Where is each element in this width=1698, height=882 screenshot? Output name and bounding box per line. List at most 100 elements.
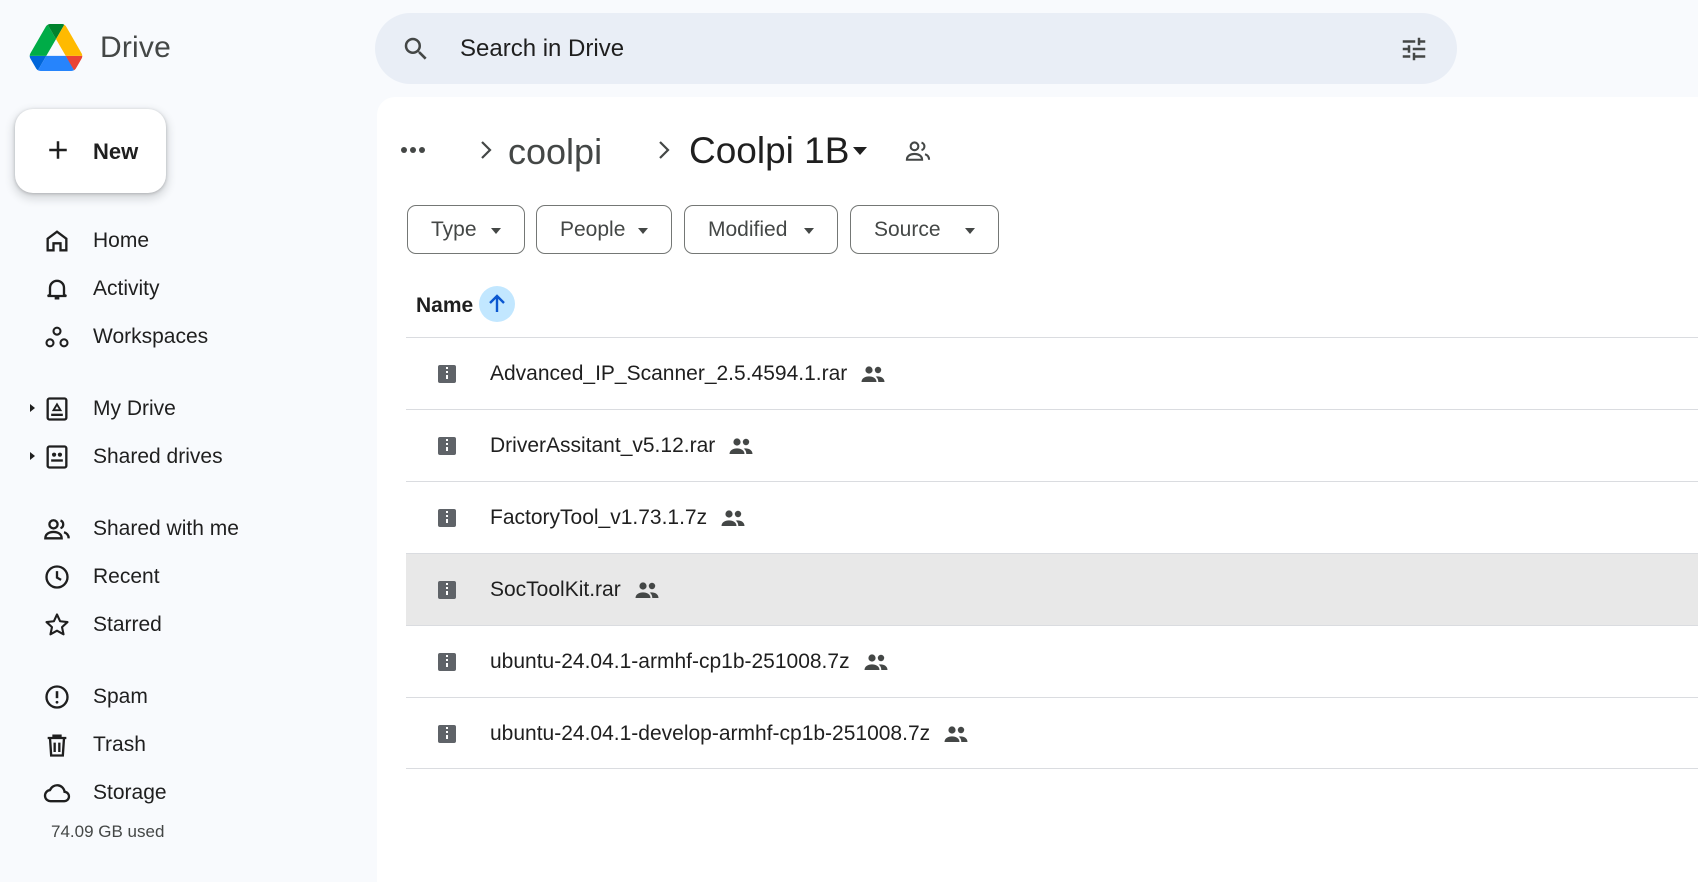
file-row[interactable]: Advanced_IP_Scanner_2.5.4594.1.rar xyxy=(406,337,1698,409)
file-list: Advanced_IP_Scanner_2.5.4594.1.rar Driver… xyxy=(406,337,1698,769)
file-name-wrap: ubuntu-24.04.1-armhf-cp1b-251008.7z xyxy=(490,650,889,674)
plus-icon xyxy=(49,141,67,159)
new-button-label: New xyxy=(93,139,139,164)
sidebar-item-label: Recent xyxy=(93,565,160,588)
sidebar-item-label: Storage xyxy=(93,781,167,804)
sidebar-item-workspaces[interactable]: Workspaces xyxy=(0,314,360,358)
file-name-wrap: DriverAssitant_v5.12.rar xyxy=(490,434,754,458)
file-name-wrap: FactoryTool_v1.73.1.7z xyxy=(490,506,746,530)
home-icon xyxy=(46,230,68,252)
shared-people-icon xyxy=(729,438,753,454)
sidebar-item-spam[interactable]: Spam xyxy=(0,674,360,718)
file-name: ubuntu-24.04.1-armhf-cp1b-251008.7z xyxy=(490,650,850,673)
shared-people-icon xyxy=(944,726,968,742)
shared-people-icon xyxy=(635,582,659,598)
file-row[interactable]: DriverAssitant_v5.12.rar xyxy=(406,409,1698,481)
breadcrumb-current[interactable]: Coolpi 1B xyxy=(689,130,849,172)
file-row[interactable]: FactoryTool_v1.73.1.7z xyxy=(406,481,1698,553)
archive-file-icon xyxy=(438,725,456,743)
new-button[interactable]: New xyxy=(15,109,166,193)
archive-file-icon xyxy=(438,581,456,599)
file-name-wrap: Advanced_IP_Scanner_2.5.4594.1.rar xyxy=(490,362,886,386)
sidebar-item-label: My Drive xyxy=(93,397,176,420)
shared-people-icon xyxy=(864,654,888,670)
archive-file-icon xyxy=(438,437,456,455)
filter-people[interactable]: People xyxy=(536,205,672,254)
file-name-wrap: ubuntu-24.04.1-develop-armhf-cp1b-251008… xyxy=(490,722,969,746)
file-row[interactable]: ubuntu-24.04.1-armhf-cp1b-251008.7z xyxy=(406,625,1698,697)
breadcrumb: coolpi Coolpi 1B xyxy=(399,125,1099,175)
more-horiz-icon[interactable] xyxy=(399,139,427,161)
file-row[interactable]: ubuntu-24.04.1-develop-armhf-cp1b-251008… xyxy=(406,697,1698,769)
sidebar-item-activity[interactable]: Activity xyxy=(0,266,360,310)
archive-file-icon xyxy=(438,509,456,527)
sidebar-item-home[interactable]: Home xyxy=(0,218,360,262)
expand-caret-icon[interactable] xyxy=(28,402,36,414)
chevron-down-icon xyxy=(491,228,501,234)
chevron-down-icon[interactable] xyxy=(851,145,869,157)
workspaces-icon xyxy=(45,326,69,348)
file-name: FactoryTool_v1.73.1.7z xyxy=(490,506,708,529)
arrow-up-icon xyxy=(489,294,505,312)
sidebar-item-storage[interactable]: Storage xyxy=(0,770,360,814)
sidebar-item-my-drive[interactable]: My Drive xyxy=(0,386,360,430)
filter-label: Type xyxy=(431,218,477,241)
sidebar-item-trash[interactable]: Trash xyxy=(0,722,360,766)
sidebar-item-label: Starred xyxy=(93,613,162,636)
search-bar[interactable]: Search in Drive xyxy=(375,13,1457,84)
my-drive-icon xyxy=(46,397,68,421)
file-name: Advanced_IP_Scanner_2.5.4594.1.rar xyxy=(490,362,848,385)
sidebar-item-label: Activity xyxy=(93,277,160,300)
filter-type[interactable]: Type xyxy=(407,205,525,254)
search-icon[interactable] xyxy=(401,34,431,64)
sidebar-item-label: Spam xyxy=(93,685,148,708)
filter-label: Source xyxy=(874,218,941,241)
sidebar-item-label: Home xyxy=(93,229,150,252)
sidebar-item-recent[interactable]: Recent xyxy=(0,554,360,598)
archive-file-icon xyxy=(438,653,456,671)
shared-drives-icon xyxy=(46,445,68,469)
sidebar-item-label: Shared drives xyxy=(93,445,223,468)
filter-label: People xyxy=(560,218,626,241)
chevron-right-icon xyxy=(659,141,670,159)
star-icon xyxy=(45,613,69,636)
breadcrumb-parent[interactable]: coolpi xyxy=(508,131,602,173)
sidebar-item-label: Trash xyxy=(93,733,146,756)
drive-logo-icon xyxy=(29,24,83,71)
clock-icon xyxy=(45,565,69,589)
storage-used-text: 74.09 GB used xyxy=(51,822,165,841)
search-options-icon[interactable] xyxy=(1399,34,1429,64)
filter-label: Modified xyxy=(708,218,788,241)
drive-app: Drive Search in Drive New Home Activity … xyxy=(0,0,1698,882)
app-name: Drive xyxy=(100,30,172,64)
spam-icon xyxy=(45,685,69,709)
file-name-wrap: SocToolKit.rar xyxy=(490,578,660,602)
trash-icon xyxy=(47,734,67,757)
sort-direction-button[interactable] xyxy=(479,286,515,322)
sidebar-item-shared-drives[interactable]: Shared drives xyxy=(0,434,360,478)
sidebar-item-shared-with-me[interactable]: Shared with me xyxy=(0,506,360,550)
chevron-down-icon xyxy=(804,228,814,234)
chevron-down-icon xyxy=(638,228,648,234)
file-row[interactable]: SocToolKit.rar xyxy=(406,553,1698,625)
chevron-down-icon xyxy=(965,228,975,234)
archive-file-icon xyxy=(438,365,456,383)
file-name: ubuntu-24.04.1-develop-armhf-cp1b-251008… xyxy=(490,722,931,745)
chevron-right-icon xyxy=(481,141,492,159)
people-icon xyxy=(44,519,70,540)
drive-logo[interactable]: Drive xyxy=(29,24,171,71)
shared-people-icon xyxy=(721,510,745,526)
search-input[interactable]: Search in Drive xyxy=(460,35,624,63)
sidebar-item-label: Shared with me xyxy=(93,517,239,540)
filter-modified[interactable]: Modified xyxy=(684,205,838,254)
shared-people-icon xyxy=(861,366,885,382)
shared-folder-icon[interactable] xyxy=(903,137,933,165)
filter-source[interactable]: Source xyxy=(850,205,999,254)
main-content: coolpi Coolpi 1B Type People Modified So… xyxy=(377,97,1698,882)
sidebar-item-label: Workspaces xyxy=(93,325,209,348)
expand-caret-icon[interactable] xyxy=(28,450,36,462)
column-name-label: Name xyxy=(416,294,474,317)
file-name: DriverAssitant_v5.12.rar xyxy=(490,434,716,457)
cloud-icon xyxy=(43,784,71,803)
sidebar-item-starred[interactable]: Starred xyxy=(0,602,360,646)
